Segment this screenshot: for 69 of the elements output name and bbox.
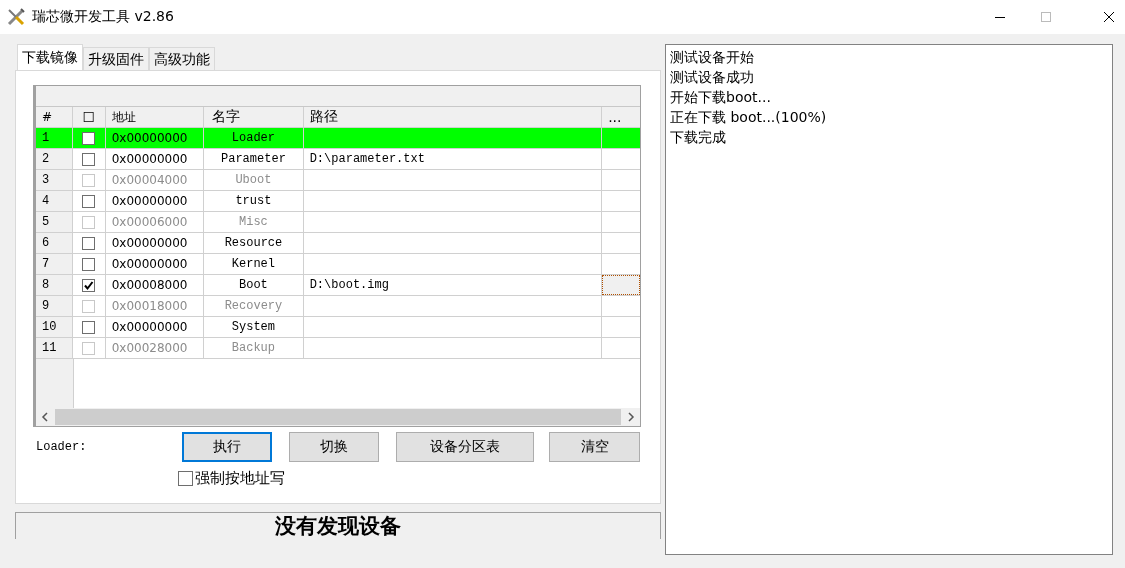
loader-label: Loader: <box>35 439 88 454</box>
table-cell: trust <box>204 191 304 211</box>
button[interactable]: 执行 <box>182 431 272 462</box>
table-cell: Uboot <box>204 170 304 190</box>
log-line: 开始下载boot... <box>670 88 772 107</box>
table-cell: 0x00008000 <box>105 275 205 295</box>
checkbox[interactable] <box>82 320 96 334</box>
table-cell: 0x00000000 <box>105 191 205 211</box>
focused-browse-cell[interactable] <box>602 275 640 295</box>
table-cell: 0x00000000 <box>105 254 205 274</box>
column-header[interactable]: 名字 <box>204 107 304 127</box>
table-cell: Parameter <box>204 149 304 169</box>
window-title: 瑞芯微开发工具 v2.86 <box>32 8 174 26</box>
button[interactable]: 清空 <box>549 431 640 462</box>
button[interactable]: 切换 <box>289 431 379 462</box>
table-cell: 0x00018000 <box>105 296 205 316</box>
table-cell: Recovery <box>204 296 304 316</box>
tab[interactable]: 下载镜像 <box>17 44 83 70</box>
checkbox[interactable] <box>82 194 96 208</box>
scroll-right-icon[interactable] <box>627 412 635 422</box>
checkbox-label[interactable]: 强制按地址写 <box>195 469 285 488</box>
log-line: 下载完成 <box>670 128 727 147</box>
table-cell: D:\parameter.txt <box>303 149 603 169</box>
table-cell: Resource <box>204 233 304 253</box>
row-number: 7 <box>36 254 73 274</box>
row-number: 6 <box>36 233 73 253</box>
close-icon[interactable] <box>1103 11 1115 23</box>
horizontal-scrollbar[interactable] <box>36 408 640 426</box>
table-cell: Kernel <box>204 254 304 274</box>
row-number: 3 <box>36 170 73 190</box>
table-cell: 0x00004000 <box>105 170 205 190</box>
table-cell: Boot <box>204 275 304 295</box>
column-header[interactable]: ... <box>602 107 640 127</box>
table-cell: 0x00028000 <box>105 338 205 358</box>
table-cell: System <box>204 317 304 337</box>
checkbox[interactable] <box>82 131 96 145</box>
tab[interactable]: 高级功能 <box>149 47 215 70</box>
table-cell: 0x00000000 <box>105 149 205 169</box>
column-header[interactable]: ☐ <box>72 107 106 127</box>
table-cell: 0x00000000 <box>105 317 205 337</box>
checkbox[interactable] <box>82 257 96 271</box>
checkbox[interactable] <box>82 236 96 250</box>
button[interactable]: 设备分区表 <box>396 431 534 462</box>
log-line: 测试设备开始 <box>670 48 755 67</box>
status-bar: 没有发现设备 <box>15 512 661 539</box>
row-number: 9 <box>36 296 73 316</box>
row-number: 2 <box>36 149 73 169</box>
row-number: 8 <box>36 275 73 295</box>
selected-row-highlight[interactable]: 1 0x00000000 Loader <box>36 128 640 149</box>
table-cell: 0x00000000 <box>105 233 205 253</box>
tools-icon <box>6 7 26 27</box>
column-header[interactable]: 地址 <box>105 107 205 127</box>
table-cell: 0x00006000 <box>105 212 205 232</box>
row-number: 11 <box>36 338 73 358</box>
row-number: 4 <box>36 191 73 211</box>
table-cell: Misc <box>204 212 304 232</box>
checkbox[interactable] <box>178 471 193 486</box>
checkbox[interactable] <box>82 152 96 166</box>
row-number: 10 <box>36 317 73 337</box>
column-header[interactable]: 路径 <box>303 107 603 127</box>
log-line: 测试设备成功 <box>670 68 755 87</box>
tab[interactable]: 升级固件 <box>83 47 149 70</box>
table-cell: Loader <box>204 128 304 148</box>
table-cell: Backup <box>204 338 304 358</box>
row-number: 5 <box>36 212 73 232</box>
checkbox[interactable] <box>82 278 96 292</box>
log-line: 正在下载 boot...(100%) <box>670 108 828 127</box>
table-cell: 0x00000000 <box>105 128 205 148</box>
scroll-left-icon[interactable] <box>41 412 49 422</box>
